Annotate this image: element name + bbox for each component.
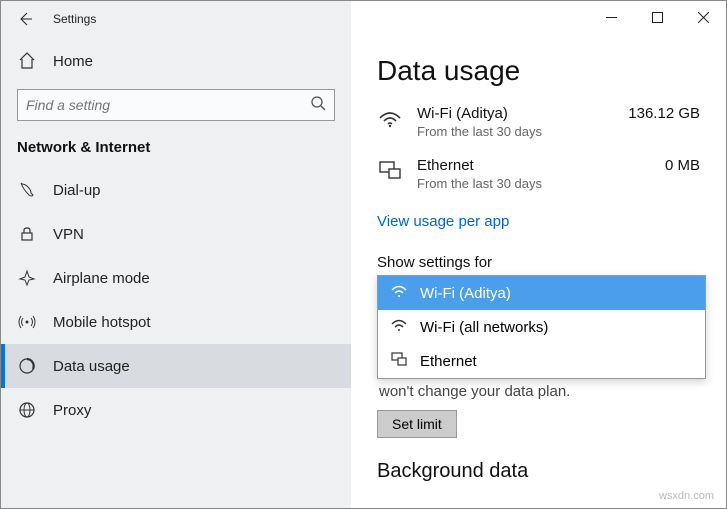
wifi-icon: [390, 282, 408, 304]
wifi-icon: [377, 105, 417, 131]
home-label: Home: [53, 53, 93, 70]
background-data-header: Background data: [377, 460, 706, 483]
usage-name: Wi-Fi (Aditya): [417, 105, 628, 122]
maximize-icon: [652, 12, 663, 23]
nav-airplane[interactable]: Airplane mode: [1, 256, 351, 300]
home-icon: [17, 52, 37, 70]
page-title: Data usage: [377, 55, 706, 87]
hotspot-icon: [17, 313, 37, 331]
main-panel: Data usage Wi-Fi (Aditya) From the last …: [351, 1, 726, 508]
nav-label: Proxy: [53, 402, 91, 419]
window-controls: [588, 1, 726, 33]
usage-name: Ethernet: [417, 157, 665, 174]
close-icon: [698, 12, 709, 23]
minimize-button[interactable]: [588, 1, 634, 33]
dropdown-option-label: Wi-Fi (Aditya): [420, 285, 511, 302]
nav-hotspot[interactable]: Mobile hotspot: [1, 300, 351, 344]
sidebar: Settings Home Network & Internet: [1, 1, 351, 508]
dropdown-option-wifi-aditya[interactable]: Wi-Fi (Aditya): [378, 276, 705, 310]
show-settings-label: Show settings for: [377, 254, 706, 271]
dialup-icon: [17, 181, 37, 199]
usage-sub: From the last 30 days: [417, 176, 665, 191]
back-button[interactable]: [9, 3, 41, 35]
usage-sub: From the last 30 days: [417, 124, 628, 139]
dropdown-option-wifi-all[interactable]: Wi-Fi (all networks): [378, 310, 705, 344]
dropdown-option-label: Wi-Fi (all networks): [420, 319, 548, 336]
titlebar: Settings: [1, 1, 351, 37]
dropdown-option-label: Ethernet: [420, 353, 477, 370]
search-box[interactable]: [17, 89, 335, 121]
nav-label: Dial-up: [53, 182, 101, 199]
usage-ethernet-row: Ethernet From the last 30 days 0 MB: [377, 157, 706, 191]
minimize-icon: [606, 12, 617, 23]
arrow-left-icon: [17, 11, 33, 27]
ethernet-icon: [390, 350, 408, 372]
datausage-icon: [17, 357, 37, 375]
proxy-icon: [17, 401, 37, 419]
search-icon: [310, 95, 326, 116]
watermark: wsxdn.com: [659, 490, 714, 502]
nav-label: Mobile hotspot: [53, 314, 151, 331]
dropdown-option-ethernet[interactable]: Ethernet: [378, 344, 705, 378]
nav-dialup[interactable]: Dial-up: [1, 168, 351, 212]
nav-proxy[interactable]: Proxy: [1, 388, 351, 432]
nav-vpn[interactable]: VPN: [1, 212, 351, 256]
airplane-icon: [17, 269, 37, 287]
usage-value: 0 MB: [665, 157, 706, 174]
home-link[interactable]: Home: [1, 41, 351, 81]
nav-label: VPN: [53, 226, 84, 243]
view-usage-link[interactable]: View usage per app: [377, 213, 509, 230]
nav-datausage[interactable]: Data usage: [1, 344, 351, 388]
nav-label: Airplane mode: [53, 270, 150, 287]
data-limit-note: won't change your data plan.: [377, 383, 706, 400]
settings-window: Settings Home Network & Internet: [0, 0, 727, 509]
maximize-button[interactable]: [634, 1, 680, 33]
search-input[interactable]: [26, 97, 310, 113]
vpn-icon: [17, 225, 37, 243]
wifi-icon: [390, 316, 408, 338]
usage-value: 136.12 GB: [628, 105, 706, 122]
category-header: Network & Internet: [1, 139, 351, 168]
show-settings-dropdown[interactable]: Wi-Fi (Aditya) Wi-Fi (all networks) Ethe…: [377, 275, 706, 379]
window-title: Settings: [53, 12, 96, 26]
ethernet-icon: [377, 157, 417, 183]
set-limit-button[interactable]: Set limit: [377, 410, 457, 438]
sidebar-content: Home Network & Internet Dial-up VPN: [1, 37, 351, 432]
nav-label: Data usage: [53, 358, 130, 375]
usage-wifi-row: Wi-Fi (Aditya) From the last 30 days 136…: [377, 105, 706, 139]
close-button[interactable]: [680, 1, 726, 33]
